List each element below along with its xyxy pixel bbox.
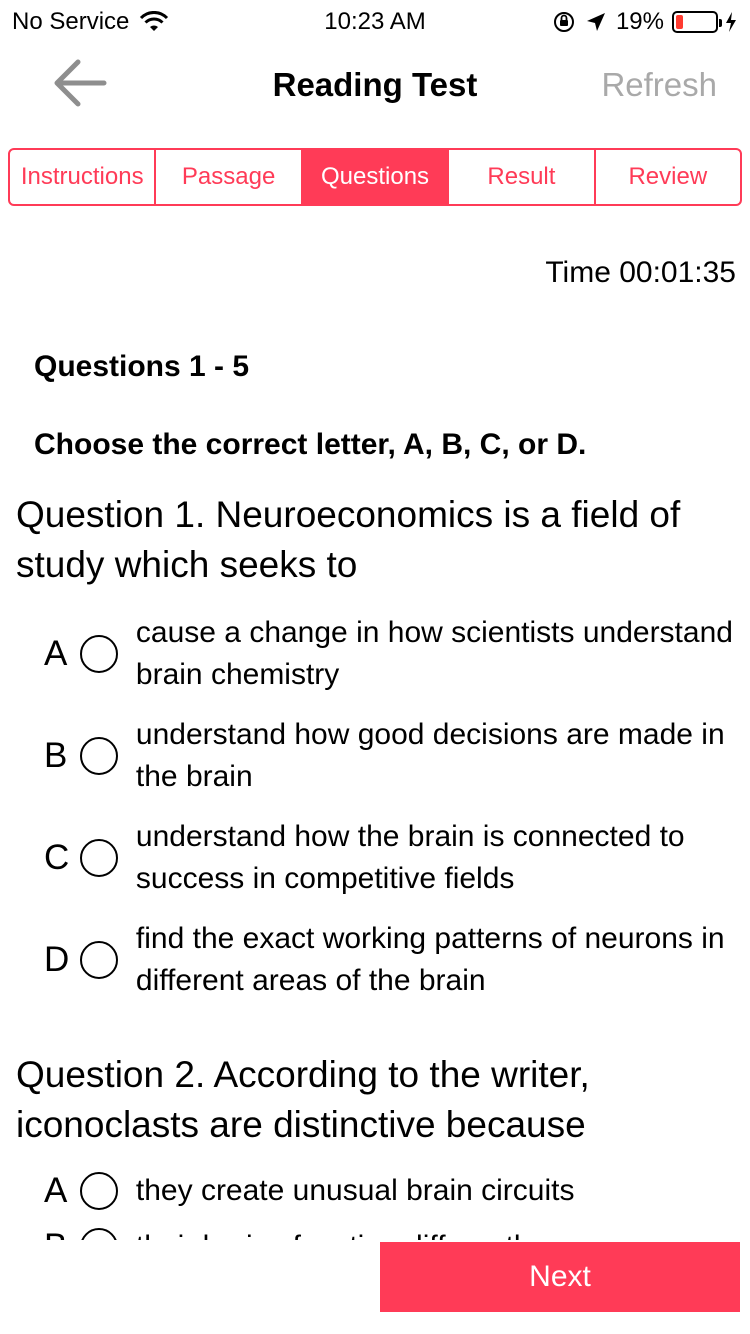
tab-result[interactable]: Result [449, 150, 596, 204]
question-1-option-c[interactable]: C understand how the brain is connected … [44, 816, 734, 900]
option-text: cause a change in how scientists underst… [135, 616, 733, 691]
charging-bolt-icon [726, 12, 736, 32]
section-instruction: Choose the correct letter, A, B, C, or D… [34, 428, 587, 461]
question-2-option-a[interactable]: A they create unusual brain circuits [44, 1170, 734, 1212]
orientation-lock-icon [553, 12, 574, 32]
question-2-title: Question 2. According to the writer, ico… [16, 1054, 590, 1145]
tab-questions[interactable]: Questions [302, 150, 450, 204]
battery-fill [676, 15, 684, 29]
option-text: understand how good decisions are made i… [135, 718, 725, 793]
question-1-option-d[interactable]: D find the exact working patterns of neu… [44, 918, 734, 1002]
location-arrow-icon [586, 13, 605, 31]
question-1-option-a[interactable]: A cause a change in how scientists under… [44, 612, 734, 696]
option-letter: A [44, 634, 68, 673]
tab-instructions[interactable]: Instructions [10, 150, 157, 204]
option-text: find the exact working patterns of neuro… [135, 922, 725, 997]
radio-button[interactable] [79, 1172, 118, 1210]
status-bar: No Service 10:23 AM 19% [0, 0, 750, 40]
tab-bar: Instructions Passage Questions Result Re… [8, 148, 742, 206]
status-right: 19% [552, 8, 738, 36]
option-letter: C [44, 838, 70, 877]
battery-percent: 19% [615, 8, 664, 35]
radio-button[interactable] [79, 635, 118, 673]
question-1-option-b[interactable]: B understand how good decisions are made… [44, 714, 734, 798]
radio-button[interactable] [79, 941, 118, 979]
option-text: they create unusual brain circuits [135, 1174, 575, 1207]
tab-passage[interactable]: Passage [156, 150, 303, 204]
next-button[interactable]: Next [380, 1242, 740, 1312]
section-heading: Questions 1 - 5 [34, 350, 250, 383]
radio-button[interactable] [79, 737, 118, 775]
timer: Time 00:01:35 [545, 256, 736, 289]
nav-bar: Reading Test Refresh [0, 44, 750, 128]
radio-button[interactable] [79, 839, 118, 877]
tab-review[interactable]: Review [596, 150, 740, 204]
option-letter: D [44, 940, 70, 979]
refresh-button[interactable]: Refresh [601, 66, 717, 104]
question-1-title: Question 1. Neuroeconomics is a field of… [16, 494, 681, 585]
option-text: understand how the brain is connected to… [135, 820, 685, 895]
battery-icon [672, 11, 722, 33]
battery-nub [719, 19, 722, 27]
option-letter: B [44, 736, 68, 775]
option-letter: A [44, 1171, 68, 1210]
